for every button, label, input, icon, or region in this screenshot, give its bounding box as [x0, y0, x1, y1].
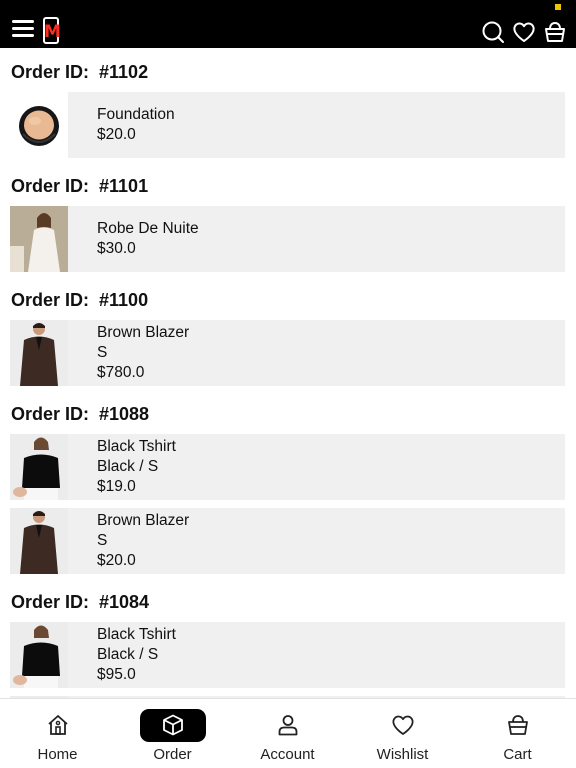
nav-order-label: Order — [153, 746, 192, 763]
product-name: Black Tshirt — [97, 438, 176, 455]
product-name: Brown Blazer — [97, 324, 190, 341]
order-item[interactable]: Black Tshirt Black / S $19.0 — [10, 434, 565, 500]
nav-account-label: Account — [260, 746, 315, 763]
order-item[interactable]: Black Tshirt Black / S $95.0 — [10, 622, 565, 688]
menu-icon[interactable] — [12, 20, 34, 37]
product-thumbnail-blazer — [10, 320, 68, 386]
order-item[interactable]: Brown Blazer S $20.0 — [10, 508, 565, 574]
product-name: Robe De Nuite — [97, 220, 199, 237]
product-variant: S — [97, 532, 108, 549]
product-thumbnail-blazer — [10, 508, 68, 574]
order-id-heading: Order ID: #1084 — [11, 592, 150, 612]
order-list[interactable]: Order ID: #1102 Foundation $20.0 Order I… — [0, 48, 576, 698]
product-price: $780.0 — [97, 364, 145, 381]
top-app-bar: M — [0, 0, 576, 48]
product-variant: S — [97, 344, 108, 361]
home-icon — [47, 715, 68, 735]
box-icon — [162, 714, 183, 736]
heart-icon — [391, 715, 414, 735]
heart-icon[interactable] — [512, 20, 536, 44]
product-price: $30.0 — [97, 240, 136, 257]
nav-wishlist[interactable]: Wishlist — [345, 699, 460, 768]
product-thumbnail-tshirt — [10, 434, 68, 500]
basket-icon[interactable] — [543, 20, 567, 44]
account-icon — [278, 715, 297, 736]
status-indicator — [555, 4, 561, 10]
nav-order[interactable]: Order — [115, 699, 230, 768]
order-id-heading: Order ID: #1102 — [11, 62, 149, 82]
nav-cart-label: Cart — [503, 746, 532, 763]
nav-home-label: Home — [37, 746, 78, 763]
product-thumbnail-foundation — [10, 92, 68, 158]
nav-home[interactable]: Home — [0, 699, 115, 768]
product-thumbnail-tshirt — [10, 622, 68, 688]
nav-active-pill — [139, 709, 206, 742]
product-price: $20.0 — [97, 552, 136, 569]
product-thumbnail-robe — [10, 206, 68, 272]
product-name: Brown Blazer — [97, 512, 190, 529]
nav-wishlist-label: Wishlist — [376, 746, 429, 763]
product-name: Foundation — [97, 106, 175, 123]
product-variant: Black / S — [97, 458, 159, 475]
product-price: $19.0 — [97, 478, 136, 495]
order-item[interactable]: Foundation $20.0 — [10, 92, 565, 158]
product-price: $20.0 — [97, 126, 136, 143]
app-logo[interactable]: M — [40, 17, 64, 45]
nav-account[interactable]: Account — [230, 699, 345, 768]
order-id-heading: Order ID: #1100 — [11, 290, 149, 310]
basket-icon — [507, 715, 528, 735]
search-icon[interactable] — [481, 20, 505, 44]
order-id-heading: Order ID: #1088 — [11, 404, 150, 424]
product-price: $95.0 — [97, 666, 136, 683]
nav-cart[interactable]: Cart — [460, 699, 575, 768]
product-variant: Black / S — [97, 646, 159, 663]
product-name: Black Tshirt — [97, 626, 176, 643]
bottom-navigation: Home Order Account Wishlist Cart — [0, 698, 576, 768]
order-item[interactable]: Robe De Nuite $30.0 — [10, 206, 565, 272]
order-item[interactable]: Brown Blazer S $780.0 — [10, 320, 565, 386]
order-id-heading: Order ID: #1101 — [11, 176, 149, 196]
